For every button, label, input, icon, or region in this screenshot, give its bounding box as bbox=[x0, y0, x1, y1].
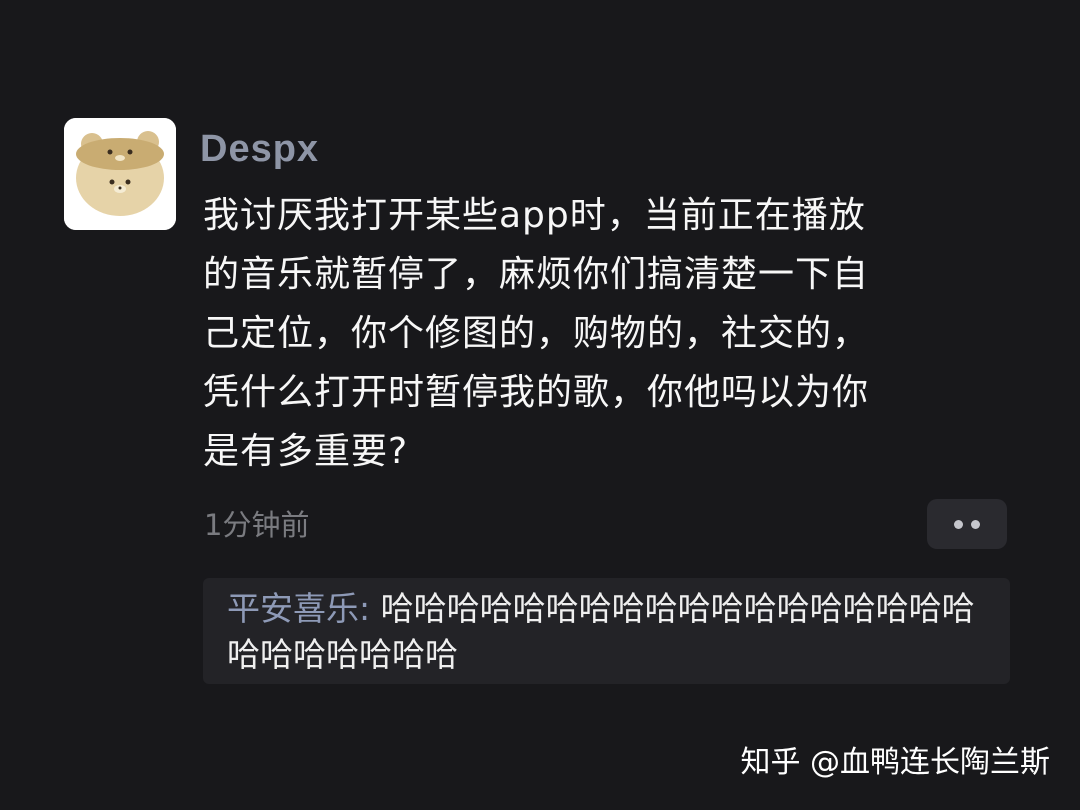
user-avatar[interactable] bbox=[64, 118, 176, 230]
more-options-button[interactable] bbox=[927, 499, 1007, 549]
username[interactable]: Despx bbox=[200, 124, 319, 174]
comment-line: 我讨厌我打开某些app时，当前正在播放 bbox=[203, 195, 866, 236]
watermark: 知乎 @血鸭连长陶兰斯 bbox=[740, 745, 1050, 780]
reply-preview[interactable]: 平安喜乐: 哈哈哈哈哈哈哈哈哈哈哈哈哈哈哈哈哈哈哈哈哈哈哈哈哈 bbox=[203, 578, 1010, 684]
comment-card: Despx 我讨厌我打开某些app时，当前正在播放 的音乐就暂停了，麻烦你们搞清… bbox=[0, 0, 1080, 810]
comment-line: 凭什么打开时暂停我的歌，你他吗以为你 bbox=[203, 372, 870, 413]
comment-line: 己定位，你个修图的，购物的，社交的， bbox=[203, 313, 870, 354]
reply-author[interactable]: 平安喜乐 bbox=[227, 589, 359, 628]
reply-separator: : bbox=[359, 589, 381, 628]
comment-line: 是有多重要? bbox=[203, 431, 409, 472]
comment-text: 我讨厌我打开某些app时，当前正在播放 的音乐就暂停了，麻烦你们搞清楚一下自 己… bbox=[203, 186, 1003, 481]
more-dots-icon bbox=[971, 519, 980, 529]
more-dots-icon bbox=[954, 519, 963, 529]
bear-avatar-icon bbox=[64, 118, 176, 230]
comment-line: 的音乐就暂停了，麻烦你们搞清楚一下自 bbox=[203, 254, 870, 295]
timestamp: 1分钟前 bbox=[204, 508, 310, 542]
